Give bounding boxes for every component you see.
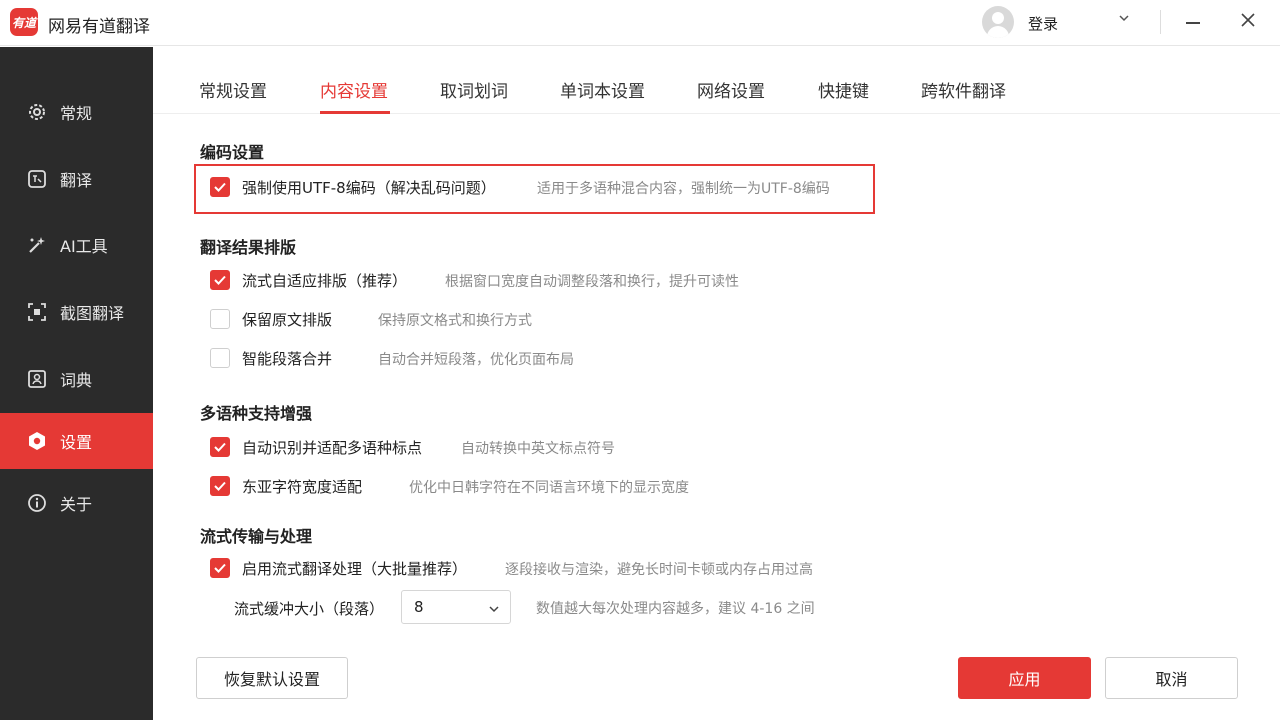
tab-wordbook[interactable]: 单词本设置 bbox=[560, 77, 645, 102]
cjk-width-checkbox[interactable] bbox=[210, 475, 230, 497]
sidebar-item-translate[interactable]: 翻译 bbox=[0, 151, 153, 207]
sidebar-item-dictionary[interactable]: 词典 bbox=[0, 351, 153, 407]
app-title: 网易有道翻译 bbox=[48, 17, 150, 37]
sidebar-item-screenshot[interactable]: 截图翻译 bbox=[0, 284, 153, 340]
buffer-size-label: 流式缓冲大小（段落） bbox=[234, 600, 385, 618]
dictionary-icon bbox=[27, 369, 47, 389]
sidebar-item-label: 设置 bbox=[60, 433, 93, 452]
option-description: 优化中日韩字符在不同语言环境下的显示宽度 bbox=[409, 480, 689, 496]
option-description: 适用于多语种混合内容，强制统一为UTF-8编码 bbox=[537, 181, 830, 197]
checkbox[interactable] bbox=[210, 476, 230, 496]
cancel-button[interactable]: 取消 bbox=[1105, 657, 1238, 699]
app-logo: 有道 bbox=[10, 8, 38, 36]
tab-network[interactable]: 网络设置 bbox=[697, 77, 765, 102]
option-label: 启用流式翻译处理（大批量推荐） bbox=[242, 560, 468, 578]
sidebar-item-label: 翻译 bbox=[60, 171, 93, 190]
option-label: 流式自适应排版（推荐） bbox=[242, 272, 408, 290]
checkbox[interactable] bbox=[210, 309, 230, 329]
screenshot-icon bbox=[27, 302, 47, 322]
utf8-checkbox[interactable] bbox=[210, 176, 230, 198]
sidebar-item-label: 常规 bbox=[60, 104, 93, 123]
checkbox[interactable] bbox=[210, 177, 230, 197]
checkbox[interactable] bbox=[210, 558, 230, 578]
active-tab-indicator bbox=[320, 111, 390, 114]
checkbox[interactable] bbox=[210, 437, 230, 457]
settings-icon bbox=[27, 431, 47, 451]
tab-word-capture[interactable]: 取词划词 bbox=[440, 77, 508, 102]
settings-tabs: 常规设置 内容设置 取词划词 单词本设置 网络设置 快捷键 跨软件翻译 bbox=[153, 47, 1280, 114]
title-bar: 有道 网易有道翻译 登录 bbox=[0, 0, 1280, 46]
option-description: 保持原文格式和换行方式 bbox=[378, 313, 532, 329]
info-icon bbox=[27, 493, 47, 513]
avatar[interactable] bbox=[982, 6, 1014, 38]
select-value: 8 bbox=[414, 598, 424, 616]
gear-icon bbox=[27, 102, 47, 122]
tab-shortcuts[interactable]: 快捷键 bbox=[818, 77, 869, 102]
section-title-encoding: 编码设置 bbox=[200, 143, 265, 162]
ai-tools-icon bbox=[27, 235, 47, 255]
tab-cross-app[interactable]: 跨软件翻译 bbox=[921, 77, 1006, 102]
chevron-down-icon[interactable] bbox=[1118, 12, 1130, 28]
chevron-down-icon bbox=[488, 600, 500, 619]
sidebar-item-label: AI工具 bbox=[60, 237, 108, 256]
tab-content[interactable]: 内容设置 bbox=[320, 77, 388, 102]
option-label: 强制使用UTF-8编码（解决乱码问题） bbox=[242, 179, 496, 197]
translate-icon bbox=[27, 169, 47, 189]
sidebar-item-about[interactable]: 关于 bbox=[0, 475, 153, 531]
tab-general[interactable]: 常规设置 bbox=[199, 77, 267, 102]
option-label: 保留原文排版 bbox=[242, 311, 333, 329]
sidebar-item-general[interactable]: 常规 bbox=[0, 84, 153, 140]
section-title-layout: 翻译结果排版 bbox=[200, 238, 297, 257]
sidebar: 常规 翻译 AI工具 截图翻译 词典 设置 关于 bbox=[0, 47, 153, 720]
stream-processing-checkbox[interactable] bbox=[210, 557, 230, 579]
sidebar-item-settings[interactable]: 设置 bbox=[0, 413, 153, 469]
restore-defaults-button[interactable]: 恢复默认设置 bbox=[196, 657, 348, 699]
merge-paragraphs-checkbox[interactable] bbox=[210, 347, 230, 369]
app-logo-text: 有道 bbox=[11, 15, 36, 30]
option-description: 逐段接收与渲染，避免长时间卡顿或内存占用过高 bbox=[505, 562, 813, 578]
option-label: 东亚字符宽度适配 bbox=[242, 478, 363, 496]
section-title-multilang: 多语种支持增强 bbox=[200, 404, 313, 423]
keep-original-layout-checkbox[interactable] bbox=[210, 308, 230, 330]
sidebar-item-ai-tools[interactable]: AI工具 bbox=[0, 217, 153, 273]
option-description: 自动转换中英文标点符号 bbox=[461, 441, 615, 457]
checkbox[interactable] bbox=[210, 270, 230, 290]
minimize-icon[interactable] bbox=[1186, 22, 1200, 24]
sidebar-item-label: 词典 bbox=[60, 371, 93, 390]
login-button[interactable]: 登录 bbox=[1028, 13, 1058, 34]
sidebar-item-label: 截图翻译 bbox=[60, 304, 125, 323]
option-label: 智能段落合并 bbox=[242, 350, 333, 368]
section-title-streaming: 流式传输与处理 bbox=[200, 527, 313, 546]
apply-button[interactable]: 应用 bbox=[958, 657, 1091, 699]
sidebar-item-label: 关于 bbox=[60, 495, 93, 514]
option-description: 根据窗口宽度自动调整段落和换行，提升可读性 bbox=[445, 274, 739, 290]
buffer-size-select[interactable]: 8 bbox=[401, 590, 511, 624]
checkbox[interactable] bbox=[210, 348, 230, 368]
option-description: 数值越大每次处理内容越多，建议 4-16 之间 bbox=[536, 601, 815, 617]
punctuation-checkbox[interactable] bbox=[210, 436, 230, 458]
option-label: 自动识别并适配多语种标点 bbox=[242, 439, 423, 457]
option-description: 自动合并短段落，优化页面布局 bbox=[378, 352, 574, 368]
adaptive-layout-checkbox[interactable] bbox=[210, 269, 230, 291]
close-icon[interactable] bbox=[1240, 10, 1256, 32]
titlebar-divider bbox=[1160, 10, 1161, 34]
